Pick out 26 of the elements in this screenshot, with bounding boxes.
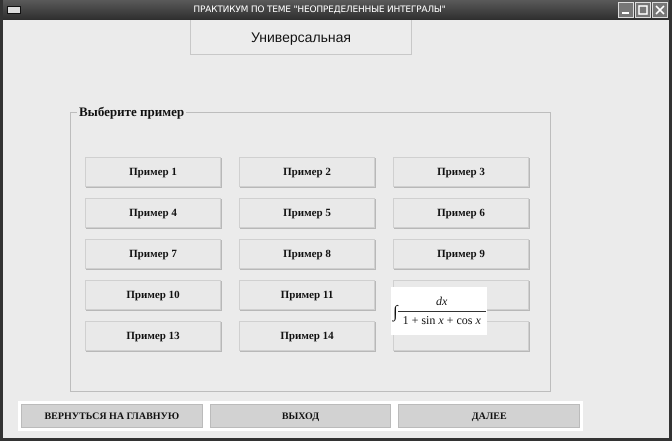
example-button[interactable]: Пример 14	[239, 321, 375, 351]
window-title: ПРАКТИКУМ ПО ТЕМЕ "НЕОПРЕДЕЛЕННЫЕ ИНТЕГРАЛЫ"	[192, 5, 447, 15]
example-button[interactable]: Пример 7	[85, 239, 221, 269]
minimize-icon[interactable]	[618, 2, 634, 18]
window-menu-icon[interactable]	[7, 6, 21, 14]
formula-numerator: dx	[398, 294, 486, 312]
example-button[interactable]: Пример 13	[85, 321, 221, 351]
example-button[interactable]: Пример 2	[239, 157, 375, 187]
example-button[interactable]: Пример 1	[85, 157, 221, 187]
close-icon[interactable]	[652, 2, 668, 18]
integral-sign: ∫	[393, 302, 398, 320]
example-button[interactable]: Пример 8	[239, 239, 375, 269]
example-button[interactable]: Пример 6	[393, 198, 529, 228]
example-button[interactable]: Пример 10	[85, 280, 221, 310]
maximize-icon[interactable]	[635, 2, 651, 18]
footer-button[interactable]: ВЕРНУТЬСЯ НА ГЛАВНУЮ	[21, 404, 203, 428]
example-button[interactable]: Пример 4	[85, 198, 221, 228]
formula-denominator: 1 + sin x + cos x	[402, 312, 481, 328]
group-title: Выберите пример	[77, 104, 186, 120]
example-button[interactable]: Пример 9	[393, 239, 529, 269]
mode-button[interactable]: Универсальная	[190, 20, 412, 55]
footer-button[interactable]: ВЫХОД	[210, 404, 392, 428]
example-button[interactable]: Пример 11	[239, 280, 375, 310]
example-button[interactable]: Пример 3	[393, 157, 529, 187]
footer-button[interactable]: ДАЛЕЕ	[398, 404, 580, 428]
example-button[interactable]: Пример 5	[239, 198, 375, 228]
